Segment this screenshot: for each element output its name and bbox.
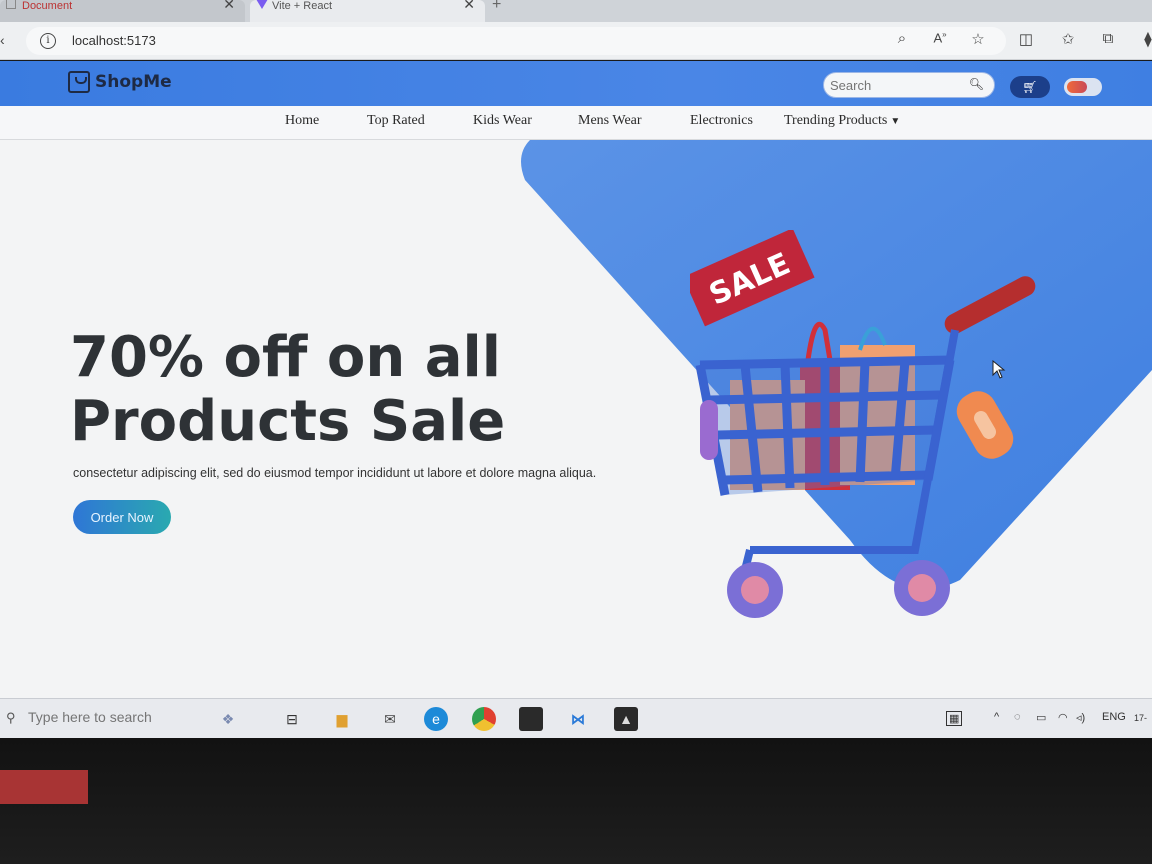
zoom-icon[interactable]: ⌕ <box>892 30 912 47</box>
new-tab-icon[interactable]: + <box>492 0 501 14</box>
onedrive-icon[interactable]: ◌ <box>1014 711 1021 723</box>
read-aloud-icon[interactable]: A» <box>930 30 950 45</box>
sale-tag-icon: SALE <box>690 230 815 327</box>
search-box: 🔍︎ <box>823 72 995 98</box>
main-nav: Home Top Rated Kids Wear Mens Wear Elect… <box>0 106 1152 140</box>
language-indicator[interactable]: ENG <box>1102 711 1126 723</box>
url-text: localhost:5173 <box>72 33 156 48</box>
headline-line-1: 70% off on all <box>70 325 501 390</box>
mouse-cursor-icon <box>992 360 1006 379</box>
clock[interactable]: 17- <box>1134 713 1147 723</box>
close-tab-icon[interactable]: ✕ <box>223 0 235 11</box>
search-icon: ⚲ <box>6 710 16 725</box>
windows-taskbar: ⚲ ❖ ⊟ ▆ ✉ e ⋈ ▲ ▦ ^ ◌ ▭ ◠ ◃) ENG 17- <box>0 698 1152 738</box>
taskbar-search-input[interactable] <box>28 709 188 725</box>
toggle-knob <box>1067 81 1087 93</box>
desk-object <box>0 770 88 804</box>
mail-icon[interactable]: ✉ <box>378 707 402 731</box>
tab-label: Document <box>22 0 73 12</box>
search-icon[interactable]: 🔍︎ <box>969 77 984 91</box>
wifi-icon[interactable]: ◠ <box>1058 711 1068 724</box>
extensions-icon[interactable]: ⧫ <box>1138 30 1152 48</box>
chrome-icon[interactable] <box>472 707 496 731</box>
app-header: ShopMe 🔍︎ 🛒︎ <box>0 61 1152 106</box>
headline-line-2: Products Sale <box>70 389 506 454</box>
cart-icon: 🛒︎ <box>1022 80 1038 94</box>
search-input[interactable] <box>830 76 960 94</box>
vite-logo-icon <box>256 0 268 9</box>
shopping-cart-illustration: SALE <box>690 230 1036 618</box>
hero-headline: 70% off on all Products Sale <box>70 326 630 454</box>
task-view-icon[interactable]: ⊟ <box>280 707 304 731</box>
nav-item-electronics[interactable]: Electronics <box>690 113 753 129</box>
info-icon[interactable]: i <box>40 33 56 49</box>
vscode-icon[interactable]: ⋈ <box>566 707 590 731</box>
battery-icon[interactable]: ▭ <box>1036 711 1046 724</box>
edge-icon[interactable]: e <box>424 707 448 731</box>
hero-section: 70% off on all Products Sale consectetur… <box>0 140 1152 698</box>
split-screen-icon[interactable]: ◫ <box>1016 30 1036 48</box>
favorite-star-icon[interactable]: ☆ <box>968 30 988 48</box>
hero-subtext: consectetur adipiscing elit, sed do eius… <box>73 466 597 480</box>
volume-icon[interactable]: ◃) <box>1076 711 1085 724</box>
cortana-icon[interactable]: ❖ <box>205 707 251 731</box>
collections-icon[interactable]: ⧉ <box>1098 30 1118 47</box>
nav-item-home[interactable]: Home <box>285 113 319 129</box>
chevron-up-icon[interactable]: ^ <box>994 711 999 723</box>
back-arrow-icon[interactable]: ‹ <box>0 32 5 48</box>
screen-bezel <box>0 738 1152 864</box>
order-now-button[interactable]: Order Now <box>73 500 171 534</box>
page-icon <box>6 0 16 9</box>
close-tab-icon[interactable]: ✕ <box>463 0 475 11</box>
nav-item-top-rated[interactable]: Top Rated <box>367 113 425 129</box>
cart-button[interactable]: 🛒︎ <box>1010 76 1050 98</box>
nav-item-mens-wear[interactable]: Mens Wear <box>578 113 642 129</box>
dark-mode-toggle[interactable] <box>1064 78 1102 96</box>
browser-tab-strip: Document ✕ Vite + React ✕ + <box>0 0 1152 22</box>
shopping-bag-icon <box>68 71 90 93</box>
logo-text: ShopMe <box>95 72 172 92</box>
browser-address-bar: ‹ i localhost:5173 ⌕ A» ☆ ◫ ✩ ⧉ ⧫ <box>0 22 1152 60</box>
trending-label: Trending Products <box>784 113 888 128</box>
keyboard-icon[interactable]: ▦ <box>946 711 963 726</box>
tab-label: Vite + React <box>272 0 333 12</box>
nav-item-trending-products[interactable]: Trending Products ▼ <box>784 113 900 129</box>
nav-item-kids-wear[interactable]: Kids Wear <box>473 113 532 129</box>
photos-icon[interactable]: ▲ <box>614 707 638 731</box>
file-explorer-icon[interactable]: ▆ <box>330 707 354 731</box>
favorites-icon[interactable]: ✩ <box>1058 30 1078 48</box>
taskbar-search: ⚲ <box>0 705 190 733</box>
browser-tab-document[interactable]: Document ✕ <box>0 0 245 22</box>
url-field[interactable]: i localhost:5173 <box>26 27 1006 55</box>
caret-down-icon: ▼ <box>890 116 901 127</box>
browser-tab-vite-react[interactable]: Vite + React ✕ <box>250 0 485 22</box>
shopme-logo[interactable]: ShopMe <box>68 71 172 93</box>
terminal-icon[interactable] <box>519 707 543 731</box>
